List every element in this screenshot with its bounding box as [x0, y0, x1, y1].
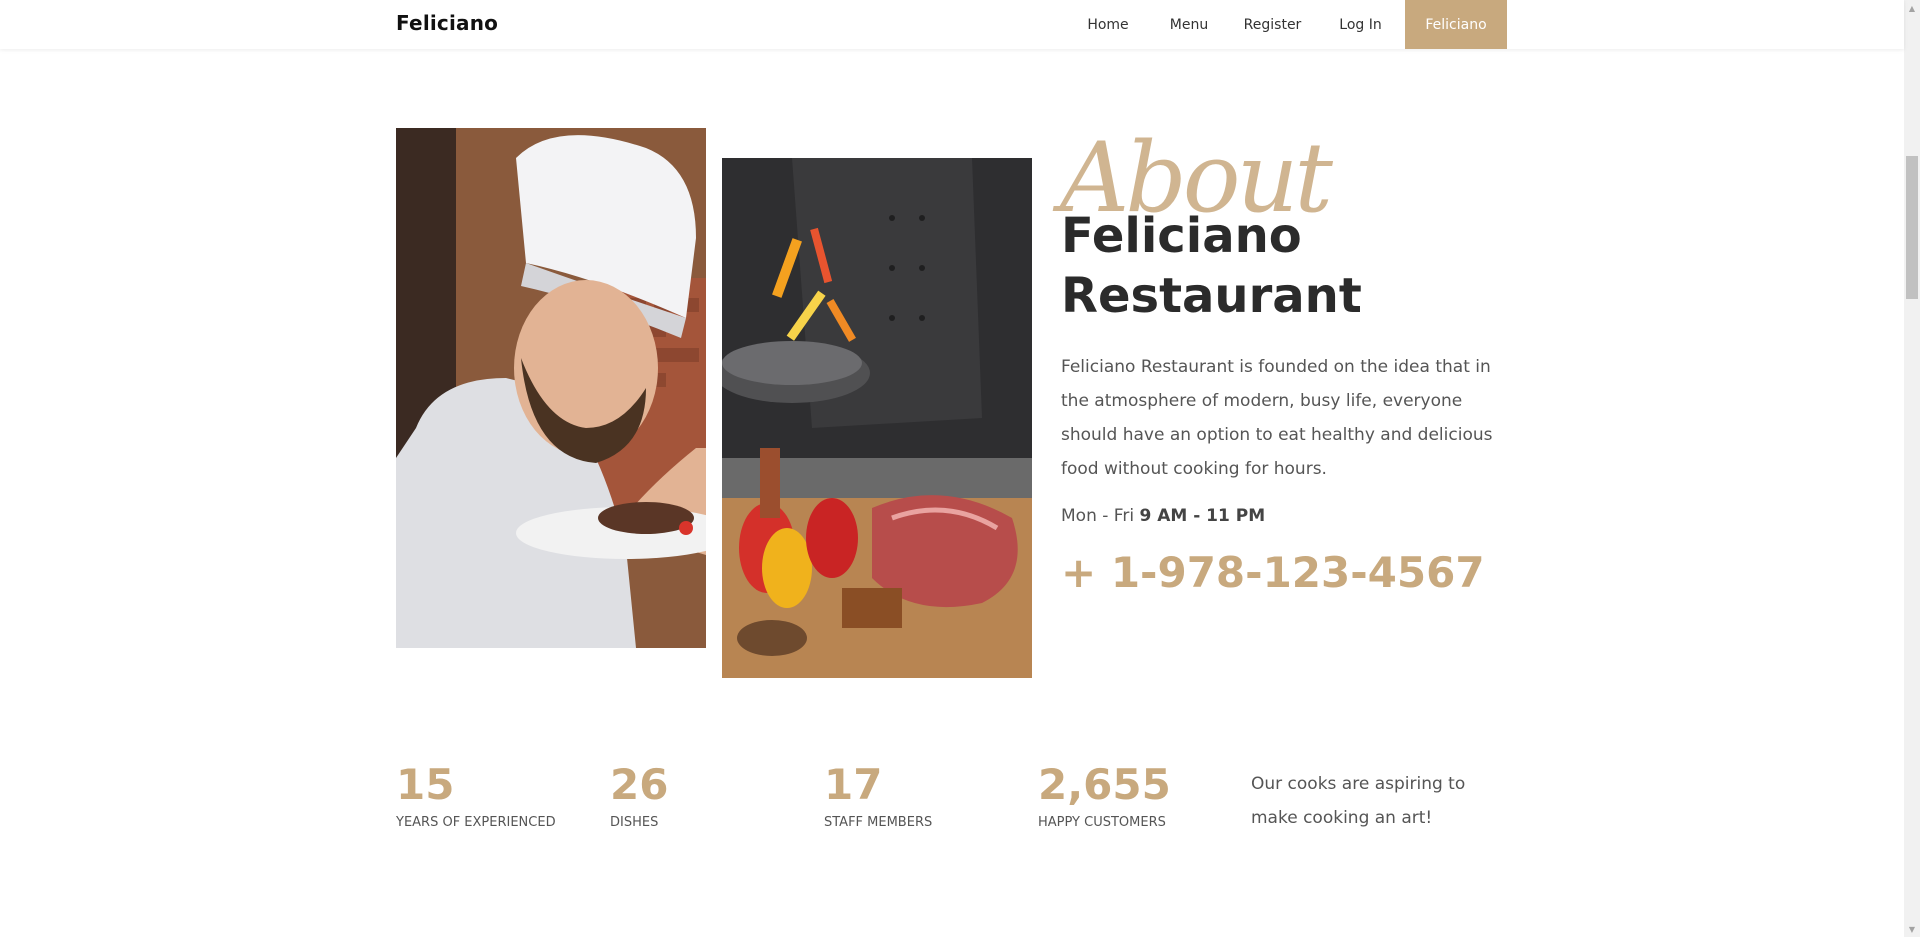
chef-plating-image [396, 128, 706, 648]
scroll-thumb[interactable] [1906, 156, 1918, 299]
phone-number[interactable]: + 1-978-123-4567 [1061, 548, 1485, 597]
stat-label: STAFF MEMBERS [824, 815, 933, 830]
stat-number: 17 [824, 760, 883, 809]
nav-login-link[interactable]: Log In [1316, 0, 1405, 49]
hours-days: Mon - Fri [1061, 506, 1135, 526]
scroll-up-arrow-icon[interactable]: ▲ [1904, 0, 1920, 16]
stat-label: HAPPY CUSTOMERS [1038, 815, 1166, 830]
stat-customers: 2,655 HAPPY CUSTOMERS [1038, 760, 1171, 830]
top-navbar: Feliciano Home Menu Register Log In Feli… [0, 0, 1904, 49]
opening-hours: Mon - Fri 9 AM - 11 PM [1061, 506, 1265, 526]
cook-tossing-vegetables-image [722, 158, 1032, 678]
restaurant-heading: Feliciano Restaurant [1061, 208, 1362, 324]
nav-menu-link[interactable]: Menu [1149, 0, 1229, 49]
restaurant-description: Feliciano Restaurant is founded on the i… [1061, 357, 1493, 479]
brand-logo[interactable]: Feliciano [396, 11, 498, 35]
stat-dishes: 26 DISHES [610, 760, 668, 830]
stat-staff: 17 STAFF MEMBERS [824, 760, 932, 830]
nav-feliciano-link[interactable]: Feliciano [1405, 0, 1507, 49]
page-scrollbar[interactable]: ▲ ▼ [1904, 0, 1920, 937]
hours-time: 9 AM - 11 PM [1139, 506, 1266, 526]
scroll-down-arrow-icon[interactable]: ▼ [1904, 921, 1920, 937]
stat-label: YEARS OF EXPERIENCED [396, 815, 556, 830]
stat-years: 15 YEARS OF EXPERIENCED [396, 760, 556, 830]
cooks-tagline: Our cooks are aspiring to make cooking a… [1251, 774, 1466, 828]
stat-number: 26 [610, 760, 669, 809]
stat-label: DISHES [610, 815, 659, 830]
main-nav: Home Menu Register Log In Feliciano [1067, 0, 1507, 49]
stat-number: 2,655 [1038, 760, 1171, 809]
stat-number: 15 [396, 760, 455, 809]
nav-home-link[interactable]: Home [1067, 0, 1149, 49]
nav-register-link[interactable]: Register [1229, 0, 1316, 49]
